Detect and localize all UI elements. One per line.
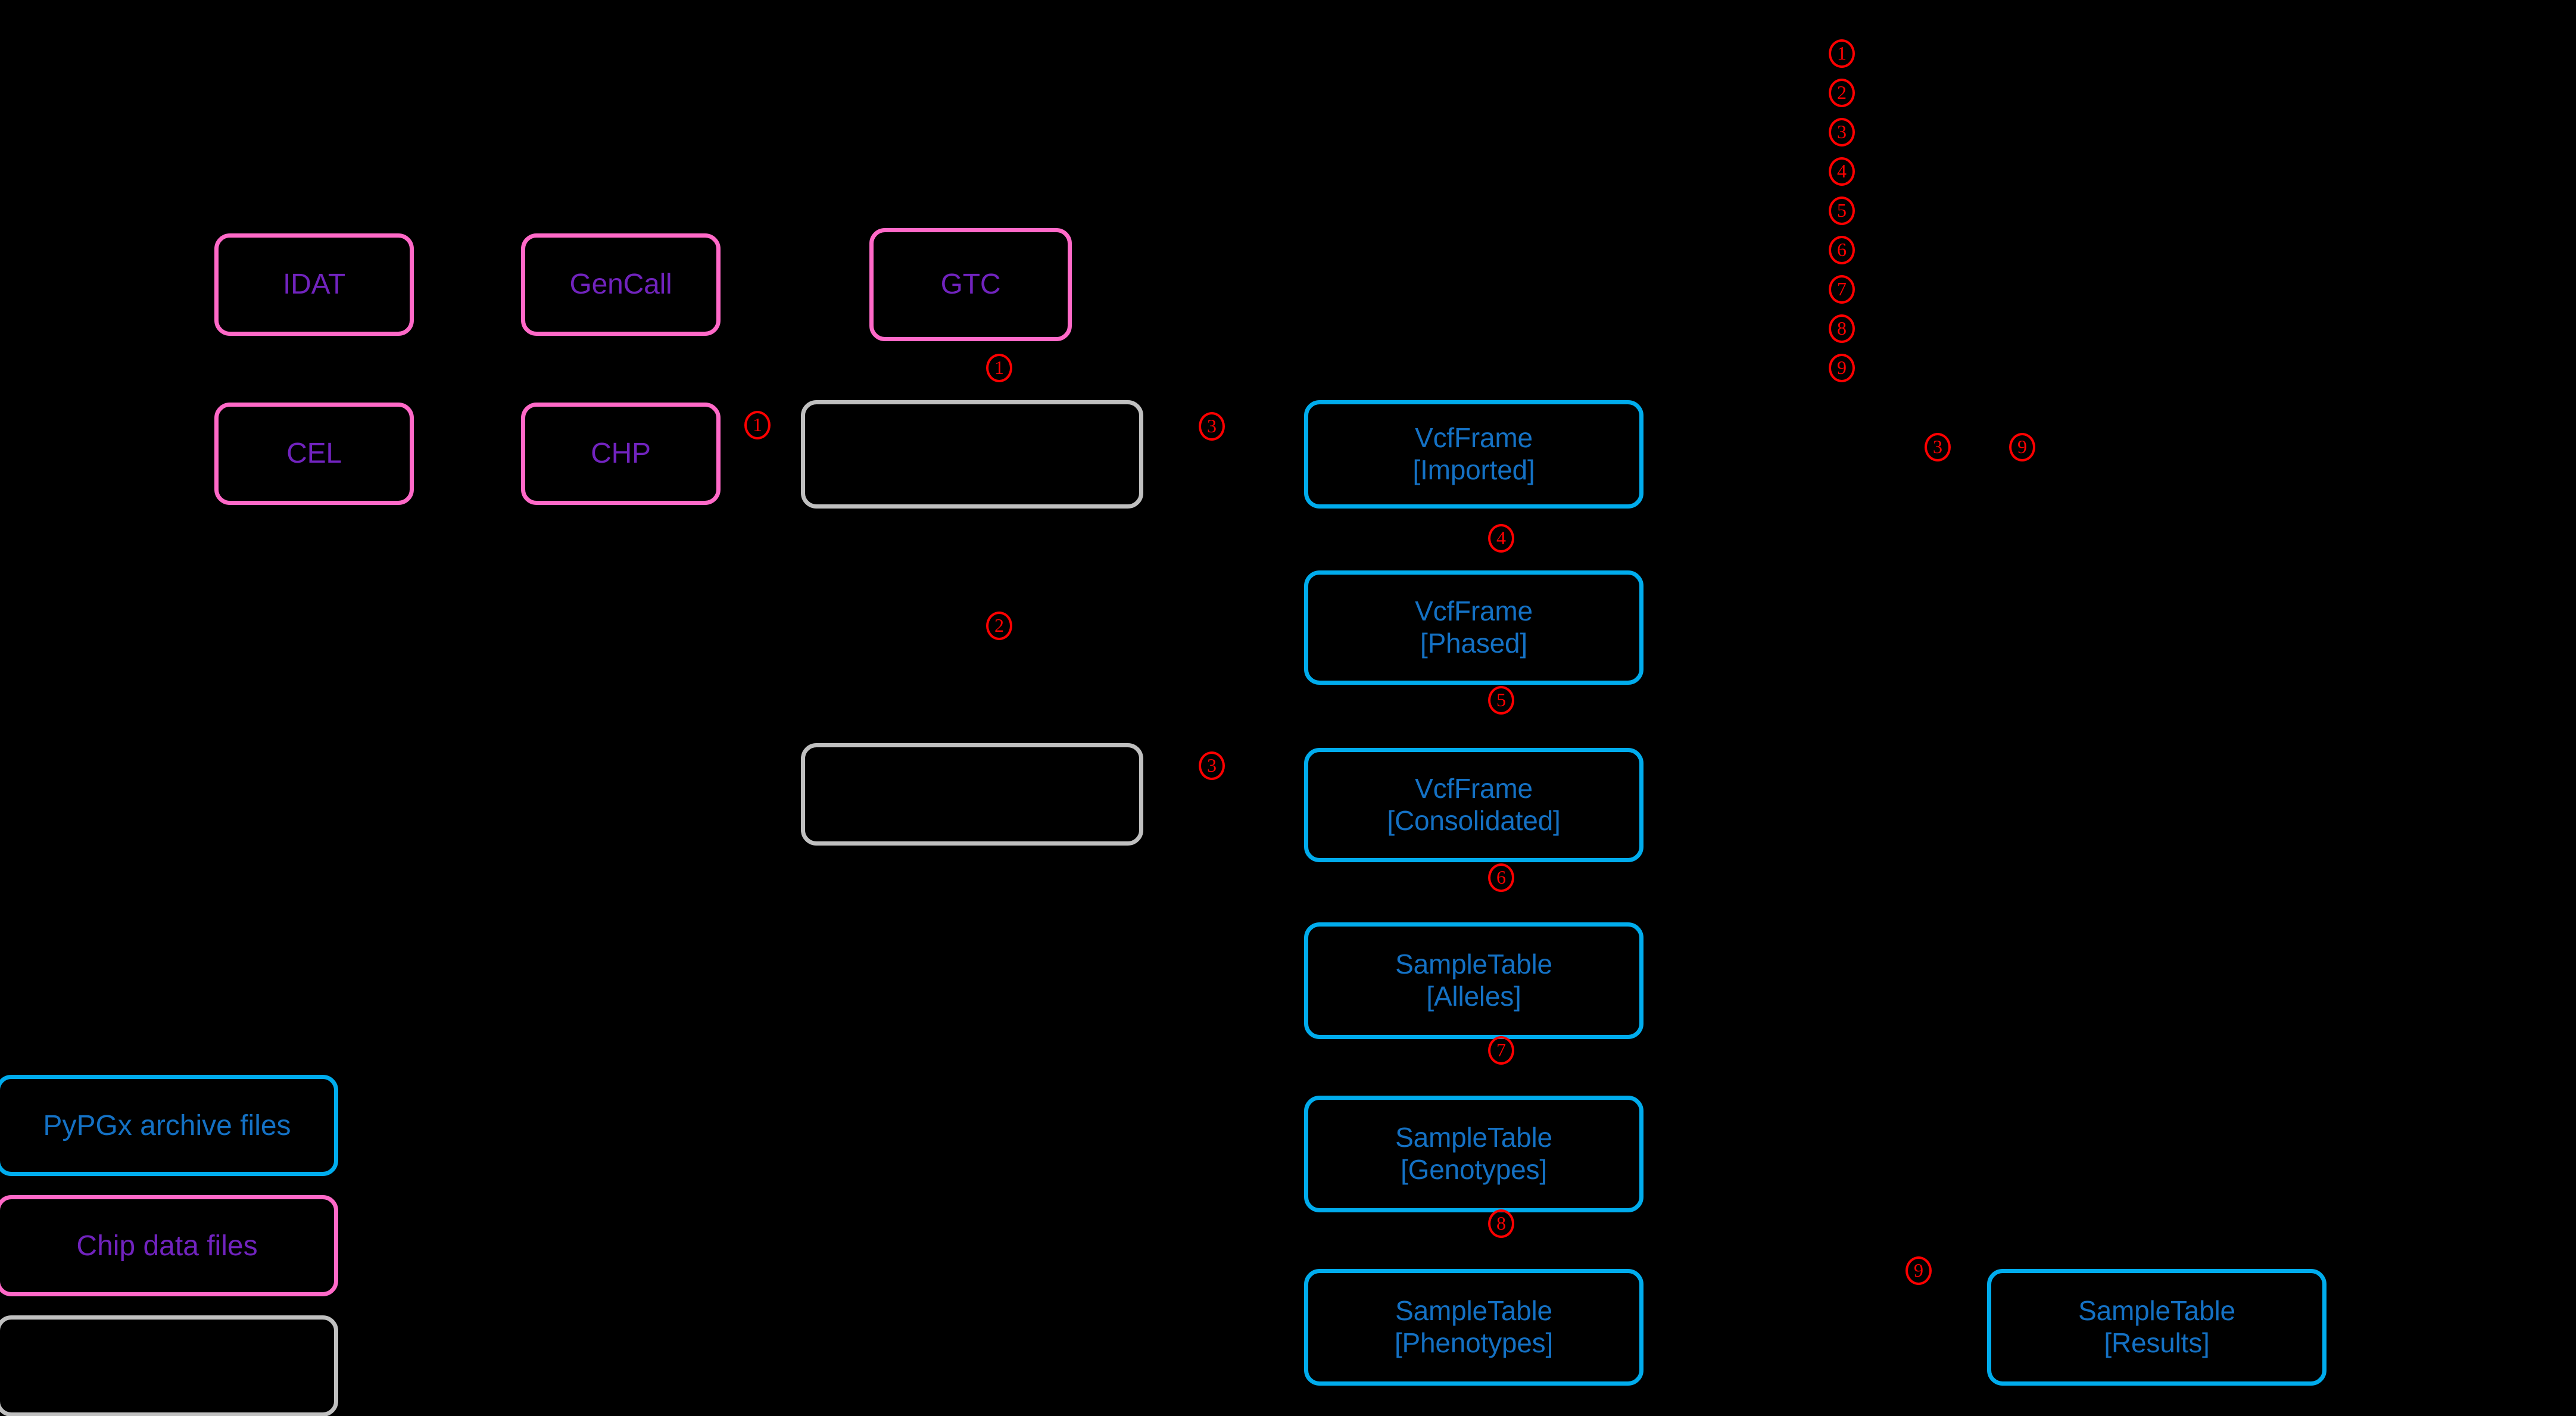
step-marker-gtc-to-hidden: 1 xyxy=(986,354,1012,382)
node-chp[interactable]: CHP xyxy=(521,403,721,505)
step-legend-number: 8 xyxy=(1829,314,1855,343)
step-marker-side-3: 3 xyxy=(1925,433,1951,461)
diagram-canvas: IDAT GenCall GTC CEL CHP VcfFrame [Impor… xyxy=(0,0,2576,1416)
node-sampletable-phenotypes[interactable]: SampleTable [Phenotypes] xyxy=(1304,1269,1643,1386)
step-legend-item-9: 9 xyxy=(1829,354,1866,382)
step-legend-item-7: 7 xyxy=(1829,275,1866,304)
legend-key-pypgx-archive-files: PyPGx archive files xyxy=(0,1075,338,1176)
step-legend-item-3: 3 xyxy=(1829,118,1866,146)
node-cel[interactable]: CEL xyxy=(214,403,414,505)
legend-key-chip-data-files: Chip data files xyxy=(0,1195,338,1296)
step-legend-item-8: 8 xyxy=(1829,314,1866,343)
step-legend-item-5: 5 xyxy=(1829,197,1866,225)
node-gtc[interactable]: GTC xyxy=(869,228,1072,341)
step-marker-side-9: 9 xyxy=(2009,433,2035,461)
step-marker-phased-to-consolidated: 5 xyxy=(1488,686,1514,715)
step-legend-item-4: 4 xyxy=(1829,157,1866,186)
step-legend-number: 9 xyxy=(1829,354,1855,382)
step-legend-number: 2 xyxy=(1829,79,1855,107)
node-vcfframe-imported[interactable]: VcfFrame [Imported] xyxy=(1304,400,1643,509)
step-marker-hidden-mid-to-imported: 3 xyxy=(1199,751,1225,780)
node-sampletable-genotypes[interactable]: SampleTable [Genotypes] xyxy=(1304,1096,1643,1212)
step-legend-number: 3 xyxy=(1829,118,1855,146)
step-legend-item-2: 2 xyxy=(1829,79,1866,107)
step-legend-number: 4 xyxy=(1829,157,1855,186)
node-hidden-top[interactable] xyxy=(801,400,1143,509)
node-gencall[interactable]: GenCall xyxy=(521,233,721,336)
step-legend-number: 5 xyxy=(1829,197,1855,225)
step-marker-chp-to-hidden: 1 xyxy=(744,411,771,439)
step-legend-number: 7 xyxy=(1829,275,1855,304)
step-marker-consolidated-to-alleles: 6 xyxy=(1488,863,1514,892)
edge-layer xyxy=(414,279,1987,1315)
node-sampletable-alleles[interactable]: SampleTable [Alleles] xyxy=(1304,922,1643,1039)
step-marker-phenotypes-to-results: 9 xyxy=(1906,1256,1932,1285)
step-legend-number: 1 xyxy=(1829,39,1855,68)
node-hidden-mid[interactable] xyxy=(801,743,1143,846)
legend-key-other-files xyxy=(0,1315,338,1416)
node-sampletable-results[interactable]: SampleTable [Results] xyxy=(1987,1269,2326,1386)
step-marker-genotypes-to-phenotypes: 8 xyxy=(1488,1209,1514,1238)
step-legend-item-1: 1 xyxy=(1829,39,1866,68)
step-legend-item-6: 6 xyxy=(1829,236,1866,264)
node-vcfframe-phased[interactable]: VcfFrame [Phased] xyxy=(1304,570,1643,685)
step-marker-alleles-to-genotypes: 7 xyxy=(1488,1036,1514,1065)
step-legend-number: 6 xyxy=(1829,236,1855,264)
node-idat[interactable]: IDAT xyxy=(214,233,414,336)
step-marker-imported-to-phased: 4 xyxy=(1488,524,1514,553)
step-marker-hidden-top-to-imported: 3 xyxy=(1199,412,1225,441)
step-marker-hidden-to-hidden: 2 xyxy=(986,612,1012,640)
node-vcfframe-consolidated[interactable]: VcfFrame [Consolidated] xyxy=(1304,748,1643,862)
